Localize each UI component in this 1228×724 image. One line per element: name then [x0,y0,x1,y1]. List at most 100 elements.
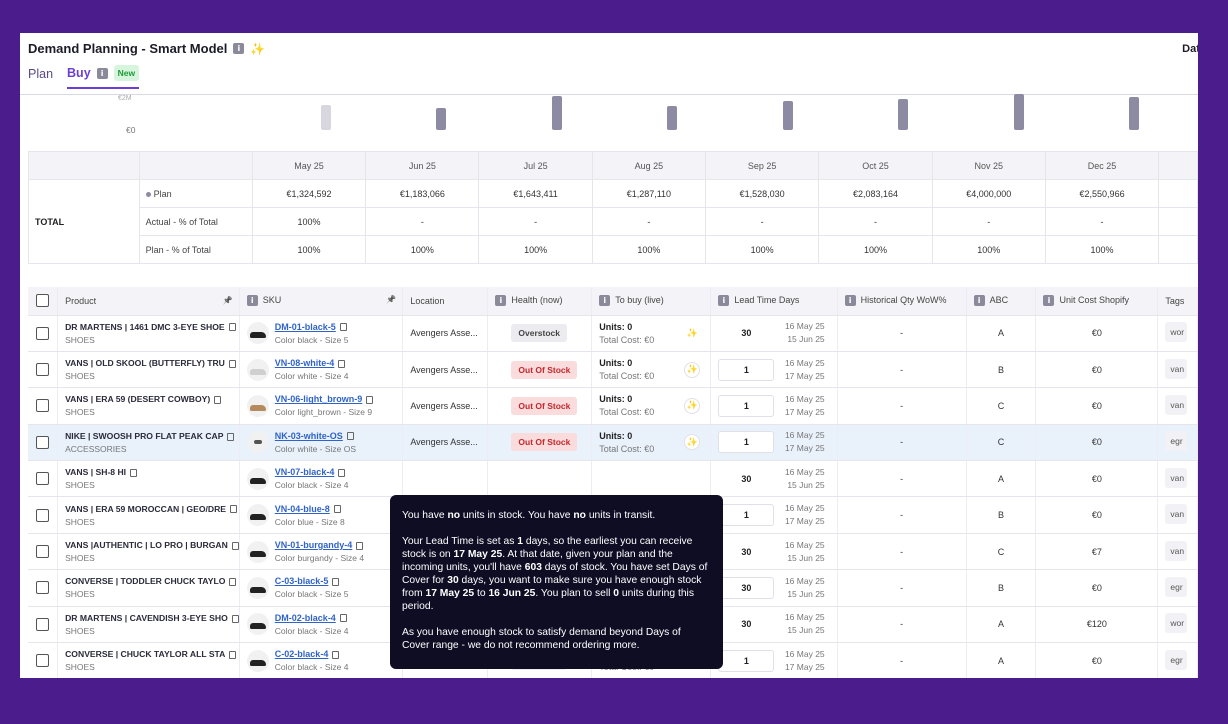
row-checkbox[interactable] [36,508,49,522]
copy-icon[interactable] [229,650,237,659]
sku-link[interactable]: C-02-black-4 [275,649,329,659]
copy-icon[interactable] [339,323,347,332]
copy-icon[interactable] [366,396,374,405]
row-checkbox[interactable] [36,545,49,559]
lead-time-input[interactable]: 1 [718,394,775,417]
sparkle-icon[interactable]: ✨ [684,361,701,378]
tag-chip[interactable]: van [1165,467,1188,488]
chart-bar[interactable] [1013,94,1024,130]
column-header[interactable]: i Historical Qty WoW% [837,287,967,316]
sku-link[interactable]: VN-07-black-4 [275,467,335,477]
lead-time-input[interactable]: 1 [718,358,775,381]
pin-icon[interactable]: 📌 [386,295,396,304]
tag-chip[interactable]: egr [1165,431,1188,452]
select-all-checkbox[interactable] [36,294,49,308]
tag-chip[interactable]: wor [1165,322,1188,343]
column-header[interactable]: i Lead Time Days [710,287,838,316]
copy-icon[interactable] [230,505,238,514]
row-checkbox[interactable] [36,581,49,595]
info-icon[interactable]: i [718,295,730,307]
tab-plan[interactable]: Plan [28,67,53,87]
copy-icon[interactable] [228,323,236,332]
copy-icon[interactable] [356,541,364,550]
copy-icon[interactable] [338,359,346,368]
tag-chip[interactable]: wor [1165,613,1188,634]
copy-icon[interactable] [231,614,239,623]
info-icon[interactable]: i [246,295,258,307]
table-row[interactable]: VANS | ERA 59 (DESERT COWBOY) SHOES VN-06-… [28,387,1198,425]
to-buy-cell[interactable]: Units: 0 Total Cost: €0 ✨ [591,387,712,425]
row-checkbox[interactable] [36,654,49,668]
sku-link[interactable]: VN-08-white-4 [275,358,335,368]
copy-icon[interactable] [346,432,354,441]
sku-link[interactable]: NK-03-white-OS [275,431,343,441]
row-checkbox[interactable] [36,363,49,377]
column-header[interactable]: i SKU 📌 [239,287,404,316]
to-buy-cell[interactable]: Units: 0 Total Cost: €0 ✨ [591,351,712,389]
tag-chip[interactable]: van [1165,394,1188,415]
row-checkbox[interactable] [36,326,49,340]
copy-icon[interactable] [214,396,222,405]
lead-time-input[interactable]: 1 [718,649,775,672]
copy-icon[interactable] [333,505,341,514]
sku-link[interactable]: DM-01-black-5 [275,322,336,332]
chart-bar[interactable] [320,104,331,130]
info-icon[interactable]: i [973,295,985,307]
to-buy-cell[interactable]: Units: 0 Total Cost: €0 ✨ [591,424,712,462]
sparkle-icon[interactable]: ✨ [684,434,701,451]
table-row[interactable]: VANS | SH-8 HI SHOES VN-07-black-4 Color bl… [28,460,1198,498]
column-header[interactable]: Product 📌 [57,287,240,316]
chart-bar[interactable] [782,101,793,130]
copy-icon[interactable] [229,578,237,587]
copy-icon[interactable] [130,468,138,477]
column-header[interactable]: i Unit Cost Shopify [1035,287,1159,316]
chart-bar[interactable] [551,95,562,130]
sku-link[interactable]: VN-04-blue-8 [275,504,330,514]
to-buy-cell[interactable]: Units: 0 Total Cost: €0 ✨ [591,315,712,352]
table-row[interactable]: DR MARTENS | 1461 DMC 3-EYE SHOE SHOES DM-… [28,315,1198,352]
sku-link[interactable]: C-03-black-5 [275,576,329,586]
data-menu[interactable]: Data [1182,43,1198,55]
table-row[interactable]: NIKE | SWOOSH PRO FLAT PEAK CAP ACCESSORI… [28,424,1198,462]
chart-bar[interactable] [436,107,447,130]
row-checkbox[interactable] [36,399,49,413]
copy-icon[interactable] [227,432,235,441]
chart-bar[interactable] [667,106,678,130]
row-checkbox[interactable] [36,472,49,486]
info-icon[interactable]: i [844,295,856,307]
copy-icon[interactable] [338,468,346,477]
tab-buy[interactable]: Buy i New [67,65,140,89]
tag-chip[interactable]: van [1165,358,1188,379]
table-row[interactable]: VANS | OLD SKOOL (BUTTERFLY) TRU SHOES VN-… [28,351,1198,389]
column-header[interactable]: i To buy (live) [591,287,712,316]
column-header[interactable]: i Health (now) [487,287,593,316]
info-icon[interactable]: i [1043,295,1055,307]
info-icon[interactable]: i [96,67,108,79]
row-checkbox[interactable] [36,617,49,631]
copy-icon[interactable] [332,578,340,587]
tag-chip[interactable]: egr [1165,649,1188,670]
sparkle-icon[interactable]: ✨ [684,325,700,341]
copy-icon[interactable] [228,359,236,368]
sparkle-icon[interactable]: ✨ [684,397,701,414]
sparkle-icon[interactable]: ✨ [250,42,265,56]
info-icon[interactable]: i [599,295,611,307]
chart-bar[interactable] [1129,96,1140,130]
lead-time-input[interactable]: 30 [718,576,775,599]
tag-chip[interactable]: van [1165,504,1188,525]
tag-chip[interactable]: van [1165,540,1188,561]
tag-chip[interactable]: egr [1165,576,1188,597]
sku-link[interactable]: VN-06-light_brown-9 [275,394,363,404]
copy-icon[interactable] [339,614,347,623]
lead-time-input[interactable]: 30 [718,322,774,344]
column-header[interactable]: i ABC [966,287,1037,316]
lead-time-input[interactable]: 1 [718,504,775,527]
copy-icon[interactable] [231,541,239,550]
to-buy-cell[interactable] [591,460,712,498]
column-header[interactable]: Tags [1157,287,1198,316]
lead-time-input[interactable]: 30 [718,613,774,635]
lead-time-input[interactable]: 30 [718,541,774,563]
copy-icon[interactable] [332,650,340,659]
pin-icon[interactable]: 📌 [223,296,233,305]
chart-bar[interactable] [898,99,909,130]
